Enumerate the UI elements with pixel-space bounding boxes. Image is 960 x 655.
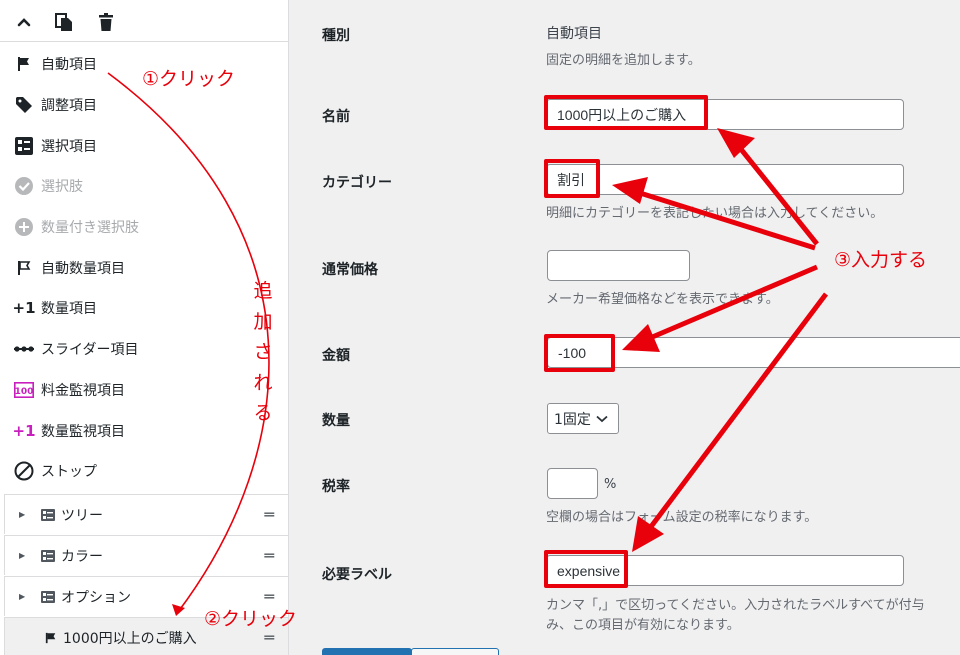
- tax-label: 税率: [322, 479, 350, 495]
- check-circle-icon: [14, 176, 34, 196]
- drag-handle-icon[interactable]: ═: [264, 505, 274, 524]
- highlight-name: [544, 95, 708, 130]
- flag-solid-icon: [14, 54, 34, 74]
- item-tree-panel: 自動項目 調整項目 選択項目 選択肢 数量付き選択肢 自動数量項目 +1 数量項…: [0, 0, 289, 655]
- menu-item-label: 自動項目: [41, 57, 97, 74]
- plus-one-icon: +1: [12, 299, 36, 318]
- chevron-down-icon: [596, 415, 608, 422]
- tree-item-label: 1000円以上のご購入: [63, 630, 197, 647]
- item-type-menu: 自動項目 調整項目 選択項目 選択肢 数量付き選択肢 自動数量項目 +1 数量項…: [0, 44, 288, 492]
- tree-item-label: ツリー: [61, 507, 103, 524]
- menu-item-label: 数量付き選択肢: [41, 220, 139, 237]
- tax-description: 空欄の場合はフォーム設定の税率になります。: [546, 510, 818, 525]
- quantity-label: 数量: [322, 413, 350, 429]
- plus-one-pink-icon: +1: [12, 421, 36, 440]
- caret-right-icon[interactable]: ▶: [19, 551, 27, 560]
- annotation-added-vertical: 追 加 さ れ る: [253, 280, 273, 424]
- menu-item-qty[interactable]: +1 数量項目: [0, 288, 288, 329]
- category-label: カテゴリー: [322, 175, 392, 191]
- menu-item-label: 数量監視項目: [41, 423, 125, 440]
- save-button[interactable]: [322, 648, 412, 655]
- menu-item-price-monitor[interactable]: 100 料金監視項目: [0, 370, 288, 411]
- highlight-required-label: [544, 550, 628, 588]
- menu-item-option: 選択肢: [0, 166, 288, 207]
- tax-unit: %: [604, 477, 617, 492]
- drag-handle-icon[interactable]: ═: [264, 546, 274, 565]
- regular-price-description: メーカー希望価格などを表示できます。: [546, 292, 779, 307]
- highlight-category: [544, 159, 600, 198]
- annotation-step3: ③入力する: [834, 249, 928, 271]
- tree-item-color[interactable]: ▶ カラー ═: [4, 535, 288, 575]
- chevron-up-icon[interactable]: [14, 12, 34, 32]
- tag-icon: [14, 95, 34, 115]
- select-list-icon: [14, 136, 34, 156]
- menu-item-label: 自動数量項目: [41, 260, 125, 277]
- menu-item-stop[interactable]: ストップ: [0, 451, 288, 492]
- required-label-description-2: み、この項目が有効になります。: [546, 618, 740, 633]
- tree-toolbar: [0, 0, 288, 42]
- menu-item-label: スライダー項目: [41, 342, 139, 359]
- required-label-label: 必要ラベル: [322, 567, 392, 583]
- menu-item-label: ストップ: [41, 464, 97, 481]
- flag-outline-icon: [14, 258, 34, 278]
- tax-input[interactable]: [547, 468, 598, 499]
- annotation-step1: ①クリック: [142, 68, 236, 90]
- caret-right-icon[interactable]: ▶: [19, 510, 27, 519]
- tree-item-tree[interactable]: ▶ ツリー ═: [4, 494, 288, 534]
- trash-icon[interactable]: [96, 12, 116, 32]
- caret-right-icon[interactable]: ▶: [19, 592, 27, 601]
- menu-item-label: 数量項目: [41, 301, 97, 318]
- svg-text:100: 100: [15, 387, 34, 397]
- menu-item-option-qty: 数量付き選択肢: [0, 207, 288, 248]
- menu-item-slider[interactable]: スライダー項目: [0, 329, 288, 370]
- price-monitor-icon: 100: [14, 380, 34, 400]
- type-description: 固定の明細を追加します。: [546, 53, 701, 68]
- regular-price-input[interactable]: [547, 250, 690, 281]
- plus-circle-icon: [14, 217, 34, 237]
- select-list-icon: [41, 590, 55, 603]
- annotation-step2: ②クリック: [204, 608, 298, 630]
- name-label: 名前: [322, 109, 350, 125]
- tree-item-label: カラー: [61, 548, 103, 565]
- type-label: 種別: [322, 28, 350, 44]
- tree-item-label: オプション: [61, 589, 131, 606]
- menu-item-label: 選択肢: [41, 179, 83, 196]
- quantity-select-value: 1固定: [554, 411, 591, 428]
- select-list-icon: [41, 508, 55, 521]
- category-description: 明細にカテゴリーを表記したい場合は入力してください。: [546, 206, 884, 221]
- copy-icon[interactable]: [54, 12, 74, 32]
- menu-item-label: 選択項目: [41, 138, 97, 155]
- menu-item-label: 調整項目: [41, 98, 97, 115]
- slider-dots-icon: [14, 339, 34, 359]
- highlight-amount: [544, 334, 615, 372]
- menu-item-auto-qty[interactable]: 自動数量項目: [0, 247, 288, 288]
- required-label-description-1: カンマ「,」で区切ってください。入力されたラベルすべてが付与: [546, 598, 925, 613]
- menu-item-label: 料金監視項目: [41, 382, 125, 399]
- amount-label: 金額: [322, 348, 350, 364]
- quantity-select[interactable]: 1固定: [547, 403, 619, 434]
- secondary-button[interactable]: [411, 648, 499, 655]
- regular-price-label: 通常価格: [322, 262, 378, 278]
- flag-solid-icon: [45, 632, 56, 643]
- select-list-icon: [41, 549, 55, 562]
- menu-item-select[interactable]: 選択項目: [0, 125, 288, 166]
- menu-item-qty-monitor[interactable]: +1 数量監視項目: [0, 410, 288, 451]
- type-value: 自動項目: [546, 26, 602, 42]
- stop-icon: [14, 461, 34, 481]
